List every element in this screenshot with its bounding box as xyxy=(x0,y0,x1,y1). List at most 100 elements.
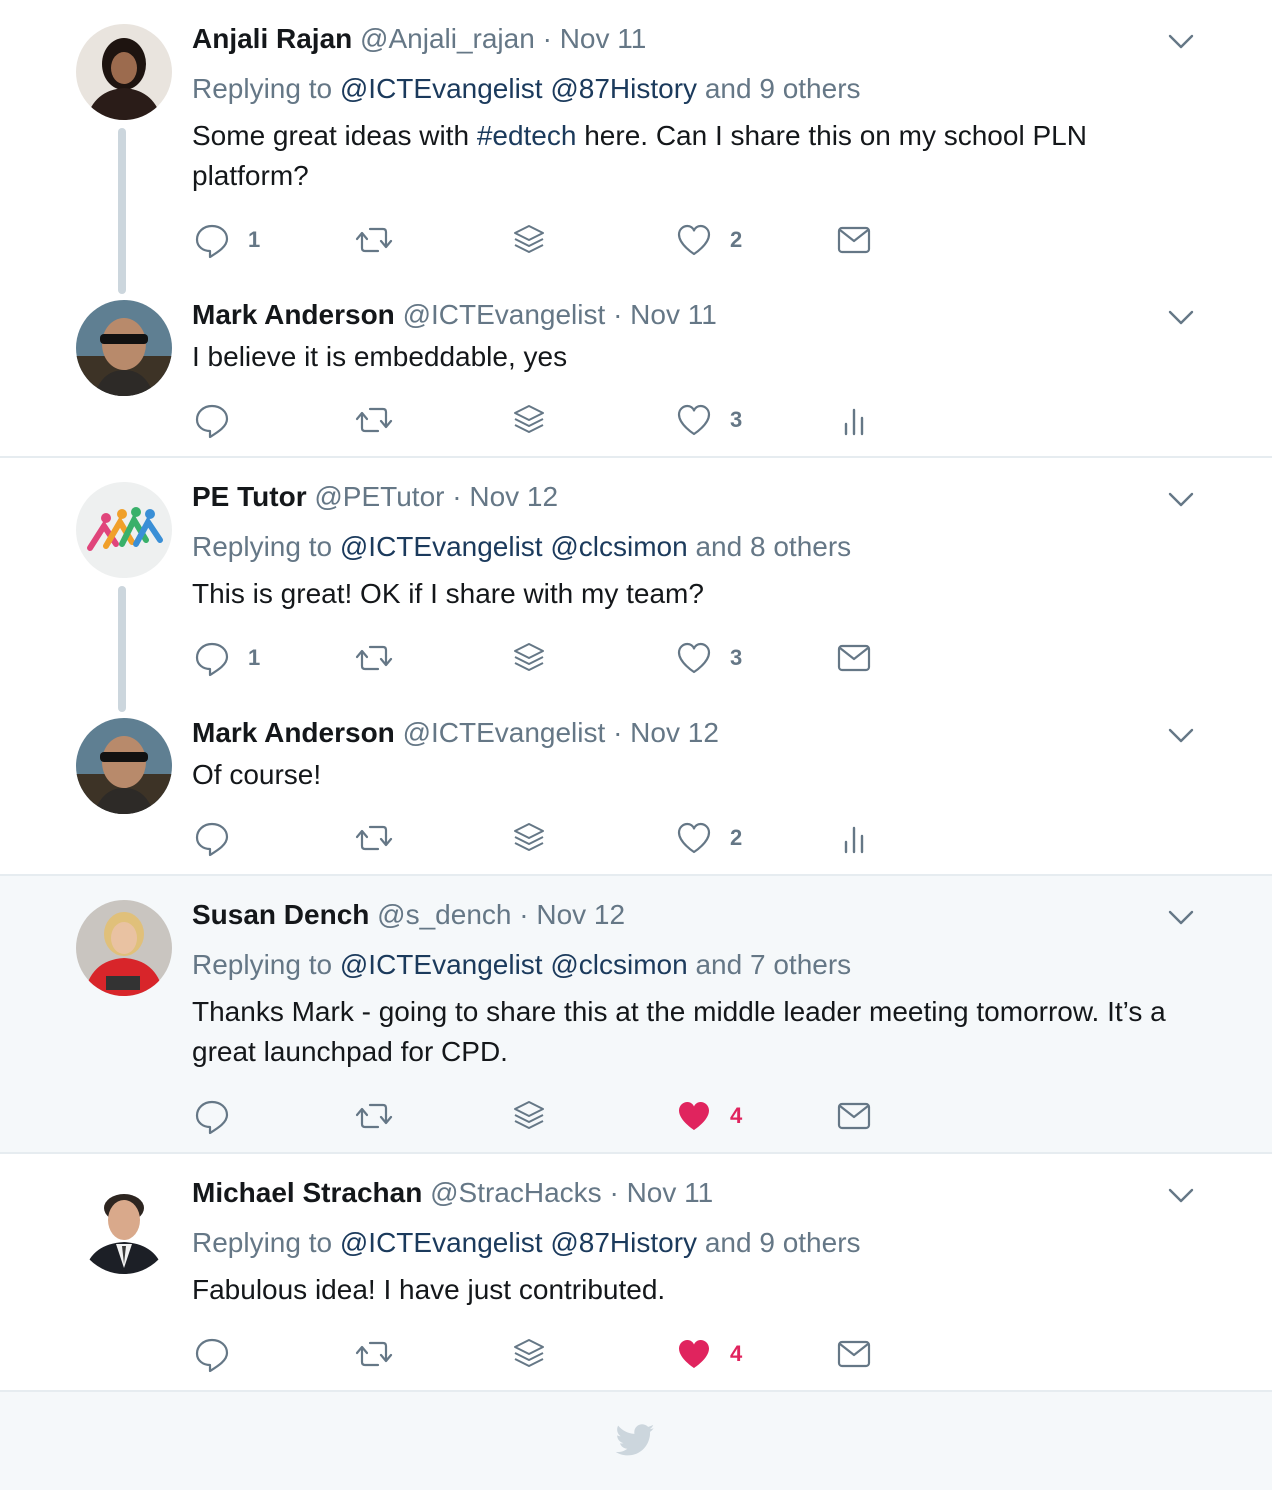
stack-button[interactable] xyxy=(509,1334,549,1374)
tweet-date[interactable]: Nov 12 xyxy=(469,481,558,512)
tweet-mark-1[interactable]: Mark Anderson @ICTEvangelist · Nov 11 I … xyxy=(0,276,1272,458)
replying-to-handles[interactable]: @ICTEvangelist @clcsimon xyxy=(340,949,688,980)
tweet-header: Mark Anderson @ICTEvangelist · Nov 12 xyxy=(192,716,719,750)
heart-outline-icon xyxy=(677,822,711,854)
chevron-down-icon[interactable] xyxy=(1166,902,1196,932)
heart-outline-icon xyxy=(677,642,711,674)
layers-icon xyxy=(514,1101,544,1129)
stack-button[interactable] xyxy=(509,400,549,440)
chevron-down-icon[interactable] xyxy=(1166,302,1196,332)
replying-to-handles[interactable]: @ICTEvangelist @87History xyxy=(340,73,697,104)
retweet-icon xyxy=(355,1103,393,1129)
tweet-petutor[interactable]: PE Tutor @PETutor · Nov 12 Replying to @… xyxy=(0,458,1272,712)
author-handle[interactable]: @PETutor xyxy=(314,481,444,512)
analytics-button[interactable] xyxy=(834,818,874,858)
author-name[interactable]: Michael Strachan xyxy=(192,1177,422,1208)
like-button[interactable]: 3 xyxy=(674,638,742,678)
tweet-date[interactable]: Nov 11 xyxy=(627,1177,714,1208)
direct-message-button[interactable] xyxy=(834,220,874,260)
stack-button[interactable] xyxy=(509,1096,549,1136)
replying-to: Replying to @ICTEvangelist @clcsimon and… xyxy=(192,948,851,982)
like-count: 2 xyxy=(730,825,743,850)
retweet-button[interactable] xyxy=(354,638,394,678)
tweet-actions: 4 xyxy=(192,1096,912,1136)
envelope-icon xyxy=(837,226,871,254)
avatar[interactable] xyxy=(76,900,172,996)
direct-message-button[interactable] xyxy=(834,1096,874,1136)
replying-to: Replying to @ICTEvangelist @87History an… xyxy=(192,72,861,106)
reply-button[interactable]: 1 xyxy=(192,220,260,260)
avatar[interactable] xyxy=(76,1178,172,1274)
author-handle[interactable]: @ICTEvangelist xyxy=(403,717,606,748)
reply-button[interactable] xyxy=(192,1096,232,1136)
like-button[interactable]: 3 xyxy=(674,400,742,440)
replying-to-label: Replying to xyxy=(192,73,333,104)
like-button[interactable]: 2 xyxy=(674,818,742,858)
stack-button[interactable] xyxy=(509,818,549,858)
author-name[interactable]: Anjali Rajan xyxy=(192,23,352,54)
reply-button[interactable] xyxy=(192,818,232,858)
like-count: 3 xyxy=(730,407,743,432)
replying-to-others[interactable]: 9 others xyxy=(759,73,860,104)
tweet-anjali[interactable]: Anjali Rajan @Anjali_rajan · Nov 11 Repl… xyxy=(0,0,1272,294)
like-count: 3 xyxy=(730,645,743,670)
tweet-date[interactable]: Nov 12 xyxy=(536,899,625,930)
chevron-down-icon[interactable] xyxy=(1166,1180,1196,1210)
author-handle[interactable]: @StracHacks xyxy=(430,1177,602,1208)
analytics-button[interactable] xyxy=(834,400,874,440)
direct-message-button[interactable] xyxy=(834,638,874,678)
like-button[interactable]: 4 xyxy=(674,1334,742,1374)
retweet-button[interactable] xyxy=(354,818,394,858)
author-name[interactable]: PE Tutor xyxy=(192,481,307,512)
replying-to-handles[interactable]: @ICTEvangelist @87History xyxy=(340,1227,697,1258)
retweet-icon xyxy=(355,227,393,253)
separator-dot: · xyxy=(519,899,529,930)
tweet-mark-2[interactable]: Mark Anderson @ICTEvangelist · Nov 12 Of… xyxy=(0,694,1272,876)
author-handle[interactable]: @Anjali_rajan xyxy=(360,23,535,54)
replying-to-others[interactable]: 8 others xyxy=(750,531,851,562)
separator-dot: · xyxy=(613,717,623,748)
retweet-button[interactable] xyxy=(354,1096,394,1136)
separator-dot: · xyxy=(609,1177,619,1208)
chevron-down-icon[interactable] xyxy=(1166,26,1196,56)
author-name[interactable]: Mark Anderson xyxy=(192,717,395,748)
chevron-down-icon[interactable] xyxy=(1166,720,1196,750)
reply-button[interactable]: 1 xyxy=(192,638,260,678)
avatar[interactable] xyxy=(76,718,172,814)
author-name[interactable]: Susan Dench xyxy=(192,899,369,930)
like-button[interactable]: 4 xyxy=(674,1096,742,1136)
like-count: 4 xyxy=(730,1341,743,1366)
avatar[interactable] xyxy=(76,300,172,396)
retweet-icon xyxy=(355,407,393,433)
tweet-date[interactable]: Nov 11 xyxy=(630,299,717,330)
author-name[interactable]: Mark Anderson xyxy=(192,299,395,330)
direct-message-button[interactable] xyxy=(834,1334,874,1374)
replying-to-handles[interactable]: @ICTEvangelist @clcsimon xyxy=(340,531,688,562)
tweet-text: This is great! OK if I share with my tea… xyxy=(192,578,704,609)
author-handle[interactable]: @s_dench xyxy=(377,899,511,930)
tweet-susan[interactable]: Susan Dench @s_dench · Nov 12 Replying t… xyxy=(0,876,1272,1154)
layers-icon xyxy=(514,823,544,851)
avatar[interactable] xyxy=(76,24,172,120)
reply-button[interactable] xyxy=(192,1334,232,1374)
tweet-date[interactable]: Nov 12 xyxy=(630,717,719,748)
avatar[interactable] xyxy=(76,482,172,578)
stack-button[interactable] xyxy=(509,638,549,678)
tweet-actions: 1 3 xyxy=(192,638,912,678)
layers-icon xyxy=(514,405,544,433)
tweet-michael[interactable]: Michael Strachan @StracHacks · Nov 11 Re… xyxy=(0,1154,1272,1392)
retweet-button[interactable] xyxy=(354,220,394,260)
retweet-button[interactable] xyxy=(354,1334,394,1374)
replying-to-others[interactable]: 7 others xyxy=(750,949,851,980)
envelope-icon xyxy=(837,644,871,672)
stack-button[interactable] xyxy=(509,220,549,260)
author-handle[interactable]: @ICTEvangelist xyxy=(403,299,606,330)
replying-to-others[interactable]: 9 others xyxy=(759,1227,860,1258)
tweet-date[interactable]: Nov 11 xyxy=(560,23,647,54)
chevron-down-icon[interactable] xyxy=(1166,484,1196,514)
reply-button[interactable] xyxy=(192,400,232,440)
hashtag-link[interactable]: #edtech xyxy=(477,120,577,151)
retweet-button[interactable] xyxy=(354,400,394,440)
replying-to-label: Replying to xyxy=(192,531,333,562)
like-button[interactable]: 2 xyxy=(674,220,742,260)
